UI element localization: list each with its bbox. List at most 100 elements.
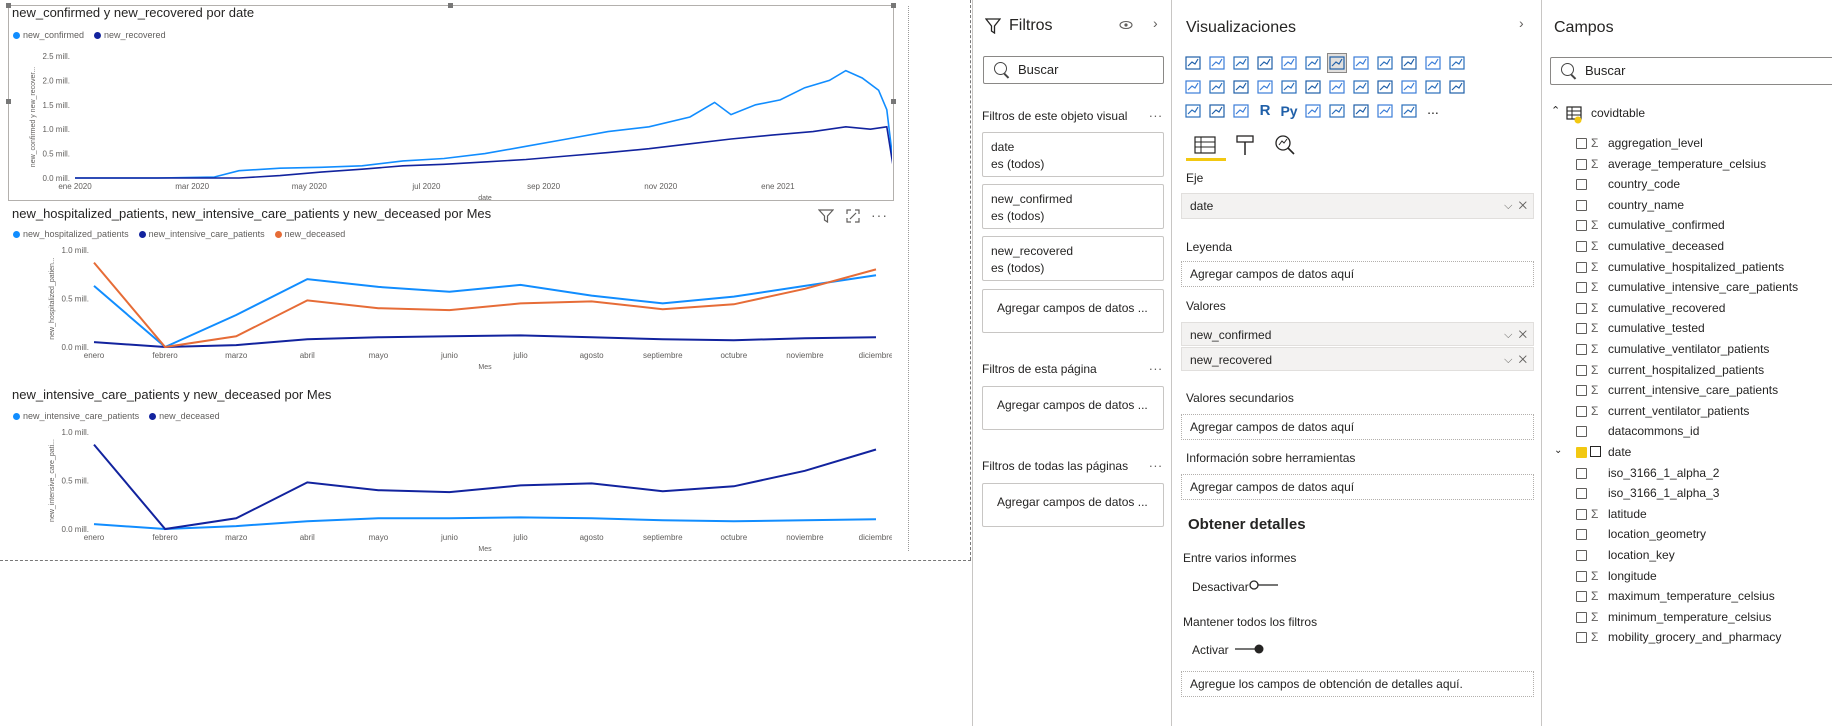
donut-chart-icon[interactable] bbox=[1280, 78, 1298, 96]
field-checkbox[interactable] bbox=[1576, 570, 1587, 582]
python-visual-icon[interactable]: Py bbox=[1280, 102, 1298, 120]
filled-map-icon[interactable] bbox=[1352, 78, 1370, 96]
clustered-column-icon[interactable] bbox=[1280, 54, 1298, 72]
field-checkbox[interactable] bbox=[1576, 323, 1587, 335]
field-item[interactable]: location_geometry bbox=[1608, 524, 1706, 544]
fields-tab-icon[interactable] bbox=[1194, 136, 1216, 156]
field-item[interactable]: mobility_grocery_and_pharmacy bbox=[1608, 627, 1781, 647]
field-checkbox[interactable] bbox=[1576, 220, 1587, 232]
legend-item[interactable]: new_recovered bbox=[94, 30, 166, 40]
legend-item[interactable]: new_intensive_care_patients bbox=[138, 229, 265, 239]
field-checkbox[interactable] bbox=[1576, 508, 1587, 520]
field-checkbox[interactable] bbox=[1576, 488, 1587, 500]
analytics-magnifier-icon[interactable] bbox=[1274, 134, 1296, 156]
fields-search-input[interactable]: Buscar bbox=[1550, 57, 1832, 85]
multirow-card-icon[interactable] bbox=[1424, 78, 1442, 96]
field-item[interactable]: latitude bbox=[1608, 504, 1647, 524]
filter-card-new-recovered[interactable]: new_recovered es (todos) bbox=[982, 236, 1164, 281]
more-options-icon[interactable]: ... bbox=[1149, 455, 1163, 470]
power-apps-icon[interactable] bbox=[1400, 102, 1418, 120]
card-icon[interactable] bbox=[1400, 78, 1418, 96]
close-icon[interactable]: ✕ bbox=[1519, 354, 1527, 366]
field-checkbox[interactable] bbox=[1576, 199, 1587, 211]
field-checkbox[interactable] bbox=[1576, 529, 1587, 541]
gauge-icon[interactable] bbox=[1376, 78, 1394, 96]
field-item[interactable]: average_temperature_celsius bbox=[1608, 154, 1766, 174]
field-item[interactable]: aggregation_level bbox=[1608, 133, 1703, 153]
decomposition-tree-icon[interactable] bbox=[1328, 102, 1346, 120]
series-line-new_intensive_care_patients[interactable] bbox=[93, 516, 877, 531]
series-line-new_intensive_care_patients[interactable] bbox=[93, 334, 877, 349]
table-visual-icon[interactable] bbox=[1208, 102, 1226, 120]
field-item[interactable]: cumulative_intensive_care_patients bbox=[1608, 277, 1798, 297]
collapse-chevron-icon[interactable]: › bbox=[1153, 15, 1158, 31]
clustered-bar-icon[interactable] bbox=[1208, 54, 1226, 72]
field-item[interactable]: cumulative_recovered bbox=[1608, 298, 1725, 318]
field-item[interactable]: cumulative_tested bbox=[1608, 318, 1705, 338]
chart2-plot[interactable]: 1.0 mill.0.5 mill.0.0 mill.enero febrero m… bbox=[10, 240, 892, 375]
field-item[interactable]: current_ventilator_patients bbox=[1608, 401, 1749, 421]
area-chart-icon[interactable] bbox=[1352, 54, 1370, 72]
pie-chart-icon[interactable] bbox=[1256, 78, 1274, 96]
value-field-new-recovered[interactable]: new_recovered ⌵ ✕ bbox=[1181, 347, 1534, 371]
secondary-values-well[interactable]: Agregar campos de datos aquí bbox=[1181, 414, 1534, 440]
field-checkbox[interactable] bbox=[1576, 550, 1587, 561]
resize-handle[interactable] bbox=[448, 3, 453, 8]
series-line-new_deceased[interactable] bbox=[93, 261, 877, 349]
resize-handle[interactable] bbox=[891, 3, 896, 8]
drillthrough-well[interactable]: Agregue los campos de obtención de detal… bbox=[1181, 671, 1534, 697]
series-line-new_recovered[interactable] bbox=[75, 125, 892, 179]
legend-item[interactable]: new_intensive_care_patients bbox=[13, 411, 139, 421]
field-item[interactable]: cumulative_ventilator_patients bbox=[1608, 339, 1769, 359]
legend-item[interactable]: new_deceased bbox=[149, 411, 220, 421]
field-item[interactable]: cumulative_hospitalized_patients bbox=[1608, 257, 1784, 277]
field-item[interactable]: country_code bbox=[1608, 174, 1680, 194]
chevron-down-icon[interactable]: ⌵ bbox=[1504, 354, 1512, 366]
field-item[interactable]: current_hospitalized_patients bbox=[1608, 360, 1764, 380]
field-checkbox[interactable] bbox=[1576, 467, 1587, 479]
field-checkbox[interactable] bbox=[1576, 405, 1587, 417]
matrix-icon[interactable] bbox=[1232, 102, 1250, 120]
key-influencers-icon[interactable] bbox=[1304, 102, 1322, 120]
field-item[interactable]: longitude bbox=[1608, 566, 1657, 586]
r-visual-icon[interactable]: R bbox=[1256, 102, 1274, 120]
well-controls[interactable]: ⌵ ✕ bbox=[1504, 194, 1527, 218]
chevron-down-icon[interactable]: ⌵ bbox=[1504, 200, 1512, 212]
qa-icon[interactable] bbox=[1352, 102, 1370, 120]
tooltips-well[interactable]: Agregar campos de datos aquí bbox=[1181, 474, 1534, 500]
legend-item[interactable]: new_hospitalized_patients bbox=[13, 229, 129, 239]
field-item[interactable]: location_key bbox=[1608, 545, 1675, 565]
well-controls[interactable]: ⌵ ✕ bbox=[1504, 323, 1527, 347]
line-chart-icon[interactable] bbox=[1327, 53, 1347, 73]
add-all-pages-filter-field[interactable]: Agregar campos de datos ... bbox=[982, 483, 1164, 527]
funnel-chart-icon[interactable] bbox=[1208, 78, 1226, 96]
line-clustered-column-icon[interactable] bbox=[1424, 54, 1442, 72]
line-column-icon[interactable] bbox=[1400, 54, 1418, 72]
more-options-icon[interactable]: ... bbox=[1149, 358, 1163, 373]
more-options-icon[interactable]: ··· bbox=[871, 207, 888, 223]
chart3-plot[interactable]: 1.0 mill.0.5 mill.0.0 mill.enero febrero m… bbox=[10, 422, 892, 557]
close-icon[interactable]: ✕ bbox=[1519, 200, 1527, 212]
field-checkbox[interactable] bbox=[1576, 158, 1587, 170]
axis-field-well[interactable]: date ⌵ ✕ bbox=[1181, 193, 1534, 219]
field-checkbox[interactable] bbox=[1576, 385, 1587, 397]
field-item[interactable]: current_intensive_care_patients bbox=[1608, 380, 1778, 400]
collapse-chevron-icon[interactable]: › bbox=[1519, 15, 1524, 31]
keep-filters-toggle[interactable] bbox=[1234, 644, 1264, 654]
map-icon[interactable] bbox=[1328, 78, 1346, 96]
field-checkbox[interactable] bbox=[1576, 591, 1587, 603]
field-checkbox[interactable] bbox=[1576, 282, 1587, 294]
field-checkbox[interactable] bbox=[1576, 426, 1587, 438]
field-checkbox[interactable] bbox=[1576, 138, 1587, 149]
cross-report-toggle[interactable] bbox=[1249, 580, 1279, 590]
more-visuals-icon[interactable]: ... bbox=[1424, 102, 1442, 120]
field-item[interactable]: iso_3166_1_alpha_2 bbox=[1608, 463, 1719, 483]
filter-card-new-confirmed[interactable]: new_confirmed es (todos) bbox=[982, 184, 1164, 229]
add-page-filter-field[interactable]: Agregar campos de datos ... bbox=[982, 386, 1164, 430]
chart1-plot[interactable]: 2.5 mill. 2.0 mill. 1.5 mill. 1.0 mill. 0.5 … bbox=[10, 40, 892, 200]
focus-mode-icon[interactable] bbox=[846, 209, 860, 223]
field-item[interactable]: country_name bbox=[1608, 195, 1684, 215]
treemap-icon[interactable] bbox=[1304, 78, 1322, 96]
resize-handle[interactable] bbox=[6, 3, 11, 8]
scatter-chart-icon[interactable] bbox=[1232, 78, 1250, 96]
